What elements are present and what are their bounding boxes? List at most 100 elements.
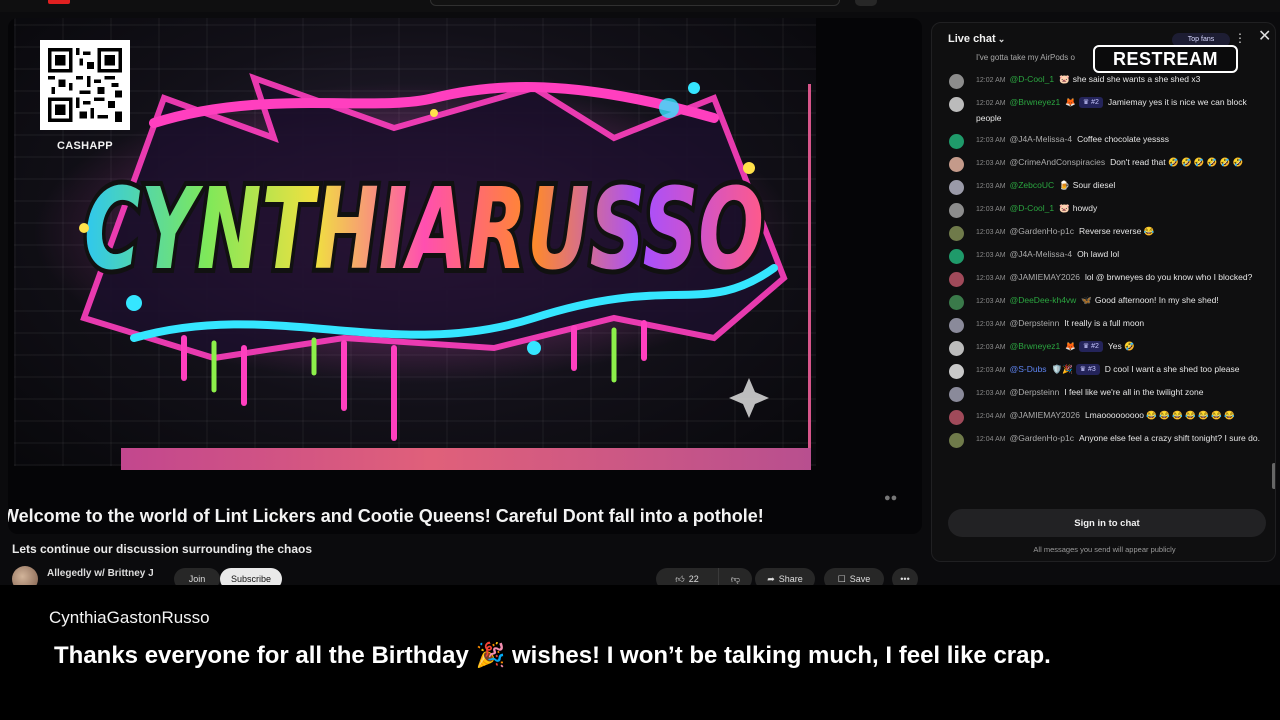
chat-timestamp: 12:02 AM bbox=[976, 77, 1006, 84]
cashapp-label: CASHAPP bbox=[57, 140, 113, 152]
live-chat-panel: Live chat ⌄ Top fans ⋮ ✕ I've gotta take … bbox=[931, 22, 1276, 562]
chat-author[interactable]: @Brwneyez1 bbox=[1010, 341, 1061, 351]
chat-avatar bbox=[949, 74, 964, 89]
chat-timestamp: 12:03 AM bbox=[976, 321, 1006, 328]
chat-text: Anyone else feel a crazy shift tonight? … bbox=[1078, 433, 1260, 443]
chat-author[interactable]: @J4A-Melissa-4 bbox=[1010, 134, 1072, 144]
chat-message[interactable]: 12:03 AM @DeeDee-kh4vw 🦋 Good afternoon! In… bbox=[932, 290, 1275, 313]
chat-avatar bbox=[949, 249, 964, 264]
chat-timestamp: 12:03 AM bbox=[976, 160, 1006, 167]
chat-timestamp: 12:03 AM bbox=[976, 344, 1006, 351]
video-title: Lets continue our discussion surrounding… bbox=[12, 542, 313, 556]
chat-text: lol @ brwneyes do you know who I blocked… bbox=[1084, 272, 1253, 282]
chat-message[interactable]: 12:03 AM @Derpsteinn It really is a full m… bbox=[932, 313, 1275, 336]
chat-message[interactable]: 12:03 AM @J4A-Melissa-4 Coffee chocolate y… bbox=[932, 129, 1275, 152]
chat-message[interactable]: 12:02 AM @Brwneyez1 🦊 ♛ #2 Jamiemay yes it i… bbox=[932, 92, 1275, 129]
chat-message[interactable]: 12:03 AM @Derpsteinn I feel like we're all… bbox=[932, 382, 1275, 405]
chat-timestamp: 12:03 AM bbox=[976, 298, 1006, 305]
chat-message[interactable]: 12:04 AM @JAMIEMAY2026 Lmaooooooooo 😂 😂 😂 … bbox=[932, 405, 1275, 428]
chat-message[interactable]: 12:03 AM @ZebcoUC 🍺 Sour diesel bbox=[932, 175, 1275, 198]
chat-author[interactable]: @J4A-Melissa-4 bbox=[1010, 249, 1072, 259]
chat-author[interactable]: @DeeDee-kh4vw bbox=[1010, 295, 1077, 305]
chat-text: Don't read that 🤣 🤣 🤣 🤣 🤣 🤣 bbox=[1110, 157, 1244, 167]
chat-timestamp: 12:04 AM bbox=[976, 413, 1006, 420]
banner-underline bbox=[121, 448, 811, 470]
banner-text: CYNTHIARUSSO bbox=[84, 165, 764, 295]
chat-author[interactable]: @JAMIEMAY2026 bbox=[1010, 410, 1080, 420]
chat-timestamp: 12:02 AM bbox=[976, 100, 1006, 107]
chat-author[interactable]: @S-Dubs bbox=[1010, 364, 1047, 374]
rank-badge: ♛ #3 bbox=[1075, 364, 1100, 375]
chat-message[interactable]: 12:03 AM @J4A-Melissa-4 Oh lawd lol bbox=[932, 244, 1275, 267]
mic-icon[interactable] bbox=[855, 0, 877, 6]
chat-scrollbar[interactable] bbox=[1272, 463, 1275, 489]
chat-avatar bbox=[949, 272, 964, 287]
chat-author[interactable]: @CrimeAndConspiracies bbox=[1010, 157, 1106, 167]
sign-in-to-chat-button[interactable]: Sign in to chat bbox=[948, 509, 1266, 537]
chat-author[interactable]: @Derpsteinn bbox=[1010, 387, 1060, 397]
chat-author[interactable]: @GardenHo-p1c bbox=[1010, 433, 1074, 443]
chat-avatar bbox=[949, 180, 964, 195]
video-player[interactable]: CYNTHIARUSSO CASHAPP Welcome to the worl… bbox=[8, 18, 922, 534]
chat-author[interactable]: @D-Cool_1 bbox=[1010, 203, 1055, 213]
channel-watermark-icon: ●● bbox=[884, 492, 898, 504]
chat-timestamp: 12:03 AM bbox=[976, 275, 1006, 282]
chat-message[interactable]: 12:03 AM @CrimeAndConspiracies Don't read … bbox=[932, 152, 1275, 175]
chat-avatar bbox=[949, 203, 964, 218]
close-chat-button[interactable]: ✕ bbox=[1258, 29, 1271, 45]
chat-title: Live chat bbox=[948, 33, 996, 45]
chat-text: Yes 🤣 bbox=[1107, 341, 1135, 351]
search-bar[interactable] bbox=[430, 0, 840, 6]
chat-message[interactable]: 12:03 AM @D-Cool_1 🐷 howdy bbox=[932, 198, 1275, 221]
chat-timestamp: 12:04 AM bbox=[976, 436, 1006, 443]
chat-message[interactable]: 12:04 AM @GardenHo-p1c Anyone else feel a … bbox=[932, 428, 1275, 451]
rank-badge: ♛ #2 bbox=[1078, 97, 1103, 108]
chat-timestamp: 12:03 AM bbox=[976, 252, 1006, 259]
author-emoji: 🐷 bbox=[1059, 203, 1070, 213]
chat-text: D cool I want a she shed too please bbox=[1104, 364, 1240, 374]
thumbs-up-icon: 👍︎ bbox=[675, 573, 685, 584]
graffiti-art: CYNTHIARUSSO bbox=[34, 73, 794, 441]
chat-avatar bbox=[949, 433, 964, 448]
chat-avatar bbox=[949, 134, 964, 149]
chat-text: Oh lawd lol bbox=[1077, 249, 1120, 259]
browser-header bbox=[0, 0, 1280, 12]
chat-author[interactable]: @D-Cool_1 bbox=[1010, 74, 1055, 84]
ticker-text: Welcome to the world of Lint Lickers and… bbox=[8, 502, 922, 530]
chat-author[interactable]: @GardenHo-p1c bbox=[1010, 226, 1074, 236]
video-owner-row: Allegedly w/ Brittney J Join Subscribe 👍… bbox=[12, 564, 922, 592]
chat-author[interactable]: @Derpsteinn bbox=[1010, 318, 1060, 328]
chat-message[interactable]: 12:03 AM @S-Dubs 🛡️🎉 ♛ #3 D cool I want a sh… bbox=[932, 359, 1275, 382]
chat-text: she said she wants a she shed x3 bbox=[1072, 74, 1201, 84]
chat-text: Lmaooooooooo 😂 😂 😂 😂 😂 😂 😂 bbox=[1084, 410, 1235, 420]
chat-timestamp: 12:03 AM bbox=[976, 183, 1006, 190]
chat-text: Coffee chocolate yessss bbox=[1077, 134, 1170, 144]
chat-author[interactable]: @ZebcoUC bbox=[1010, 180, 1055, 190]
chevron-down-icon: ⌄ bbox=[997, 34, 1006, 44]
channel-name[interactable]: Allegedly w/ Brittney J bbox=[47, 568, 154, 579]
overlay-username: CynthiaGastonRusso bbox=[49, 608, 210, 627]
chat-mode-dropdown[interactable]: Live chat ⌄ bbox=[948, 33, 1005, 45]
chat-message[interactable]: 12:03 AM @JAMIEMAY2026 lol @ brwneyes do y… bbox=[932, 267, 1275, 290]
save-icon: ☐ bbox=[837, 573, 846, 584]
chat-timestamp: 12:03 AM bbox=[976, 367, 1006, 374]
chat-avatar bbox=[949, 341, 964, 356]
chat-author[interactable]: @JAMIEMAY2026 bbox=[1010, 272, 1080, 282]
chat-timestamp: 12:03 AM bbox=[976, 206, 1006, 213]
chat-message-list[interactable]: 12:02 AM @D-Cool_1 🐷 she said she wants a s… bbox=[932, 69, 1275, 499]
chat-message[interactable]: 12:03 AM @GardenHo-p1c Reverse reverse 😂 bbox=[932, 221, 1275, 244]
chat-text: howdy bbox=[1072, 203, 1098, 213]
chat-avatar bbox=[949, 387, 964, 402]
youtube-logo-icon[interactable] bbox=[48, 0, 70, 4]
qr-code-icon bbox=[40, 40, 130, 130]
author-emoji: 🐷 bbox=[1059, 74, 1070, 84]
chat-text: I feel like we're all in the twilight zo… bbox=[1064, 387, 1204, 397]
more-options-icon[interactable]: ⋮ bbox=[1234, 31, 1246, 45]
author-emoji: 🦊 bbox=[1065, 341, 1076, 351]
chat-timestamp: 12:03 AM bbox=[976, 229, 1006, 236]
chat-message[interactable]: 12:03 AM @Brwneyez1 🦊 ♛ #2 Yes 🤣 bbox=[932, 336, 1275, 359]
chat-author[interactable]: @Brwneyez1 bbox=[1010, 97, 1061, 107]
chat-avatar bbox=[949, 157, 964, 172]
public-notice: All messages you send will appear public… bbox=[1033, 545, 1176, 554]
author-emoji: 🦋 bbox=[1081, 295, 1092, 305]
